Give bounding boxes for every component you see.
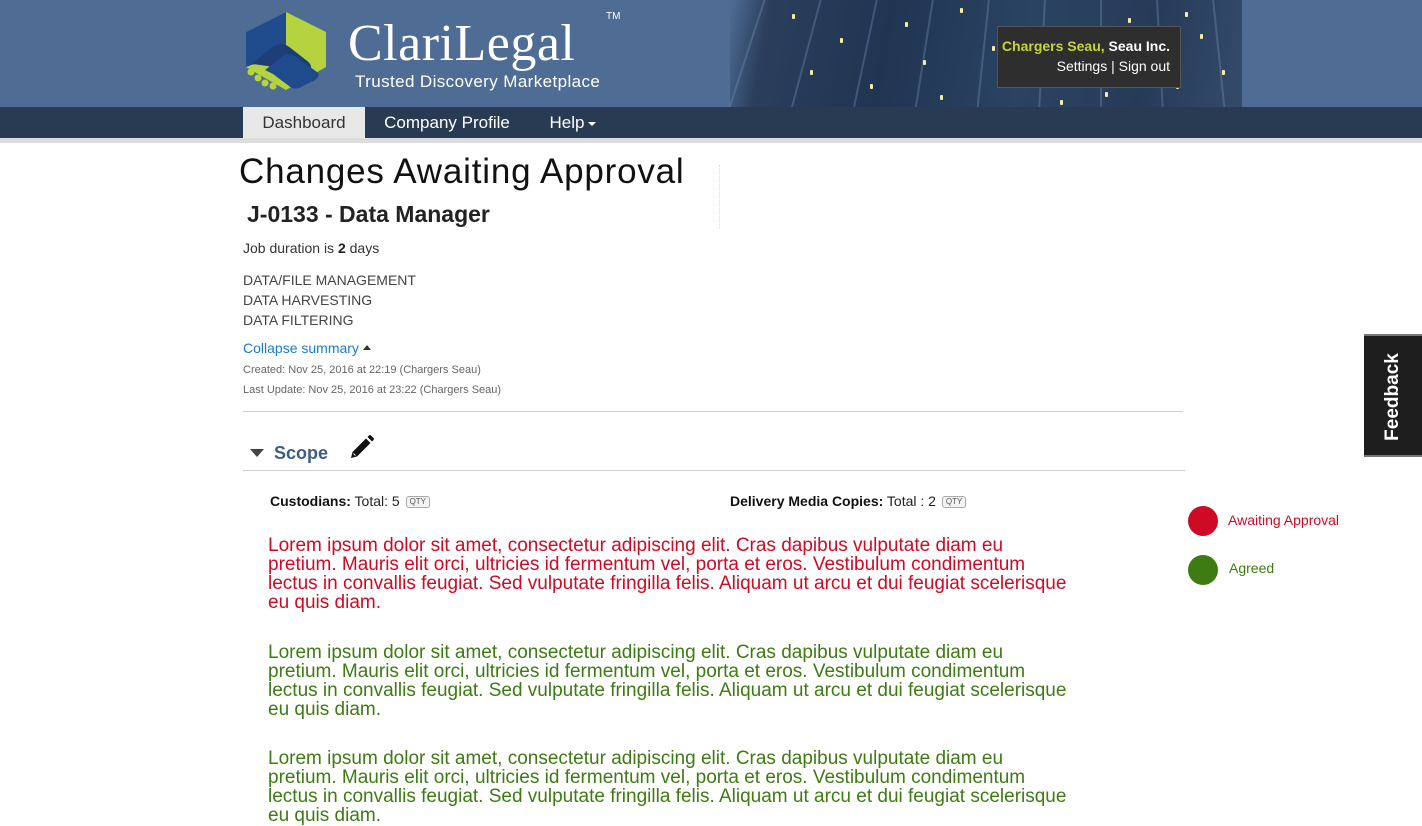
delivery-label: Delivery Media Copies: [730, 493, 884, 509]
legend-awaiting-label: Awaiting Approval [1228, 512, 1340, 528]
collapse-summary-label: Collapse summary [243, 340, 359, 356]
page-title: Changes Awaiting Approval [239, 152, 685, 191]
building-beam [846, 0, 882, 107]
tab-dashboard[interactable]: Dashboard [243, 107, 365, 138]
chevron-down-icon [588, 121, 597, 126]
scope-paragraph-awaiting: Lorem ipsum dolor sit amet, consectetur … [268, 535, 1067, 613]
brand-tagline: Trusted Discovery Marketplace [355, 72, 601, 91]
pencil-edit-icon[interactable] [347, 434, 375, 462]
service-item: DATA HARVESTING [243, 292, 373, 308]
feedback-label: Feedback [1382, 353, 1403, 441]
building-beam [909, 0, 937, 107]
qty-badge: QTY [941, 496, 967, 509]
job-duration: Job duration is 2 days [243, 240, 379, 256]
building-beam [1210, 0, 1229, 107]
created-timestamp: Created: Nov 25, 2016 at 22:19 (Chargers… [243, 364, 481, 376]
last-update-timestamp: Last Update: Nov 25, 2016 at 23:22 (Char… [243, 384, 502, 396]
scope-heading[interactable]: Scope [274, 443, 328, 464]
service-item: DATA/FILE MANAGEMENT [243, 272, 416, 288]
duration-suffix: days [349, 240, 380, 256]
qty-badge: QTY [405, 496, 431, 509]
building-beam [783, 0, 827, 107]
collapse-summary-link[interactable]: Collapse summary [243, 340, 371, 356]
agreed-status-dot [1188, 555, 1218, 585]
job-title: J-0133 - Data Manager [247, 201, 490, 227]
sign-out-link[interactable]: Sign out [1119, 58, 1170, 74]
tab-dashboard-label: Dashboard [262, 113, 346, 132]
building-window-light [940, 95, 943, 100]
building-window-light [1128, 18, 1131, 23]
divider [719, 165, 721, 229]
scope-paragraph-agreed: Lorem ipsum dolor sit amet, consectetur … [268, 748, 1067, 826]
delivery-value: Total : 2 [886, 493, 936, 509]
building-beam [720, 0, 772, 107]
collapse-triangle-icon[interactable] [250, 449, 264, 457]
building-window-light [923, 60, 926, 65]
building-window-light [1200, 34, 1203, 39]
feedback-tab[interactable]: Feedback [1364, 334, 1422, 457]
building-beam [973, 0, 992, 107]
settings-link[interactable]: Settings [1057, 58, 1108, 74]
building-window-light [810, 70, 813, 75]
user-panel: Chargers Seau, Seau Inc. Settings | Sign… [997, 26, 1181, 88]
service-item: DATA FILTERING [243, 312, 354, 328]
duration-value: 2 [337, 240, 346, 256]
help-menu[interactable]: Help [529, 107, 617, 138]
link-separator: | [1111, 58, 1115, 74]
building-window-light [1185, 12, 1188, 17]
scope-divider [243, 470, 1185, 471]
building-window-light [792, 14, 795, 19]
user-company: Seau Inc. [1108, 38, 1170, 54]
brand-trademark: TM [606, 11, 621, 22]
building-window-light [1105, 92, 1108, 97]
legend-agreed-label: Agreed [1229, 560, 1275, 576]
delivery-copies-stat: Delivery Media Copies: Total : 2 QTY [730, 493, 967, 509]
tab-company-profile-label: Company Profile [384, 113, 510, 132]
building-window-light [840, 38, 843, 43]
scope-paragraph-agreed: Lorem ipsum dolor sit amet, consectetur … [268, 642, 1067, 720]
custodians-label: Custodians: [270, 493, 351, 509]
awaiting-status-dot [1188, 506, 1218, 536]
building-window-light [905, 22, 908, 27]
caret-up-icon [362, 345, 371, 351]
custodians-stat: Custodians: Total: 5 QTY [270, 493, 431, 509]
brand-name: ClariLegal [348, 15, 576, 72]
building-window-light [870, 84, 873, 89]
building-window-light [960, 8, 963, 13]
tab-company-profile[interactable]: Company Profile [365, 107, 529, 138]
user-name: Chargers Seau, [1001, 38, 1105, 54]
help-menu-label: Help [549, 113, 585, 132]
section-divider [243, 411, 1183, 412]
building-window-light [1222, 70, 1225, 75]
building-window-light [992, 46, 995, 51]
custodians-value: Total: 5 [354, 493, 400, 509]
app-header: ClariLegal TM Trusted Discovery Marketpl… [0, 0, 1422, 107]
duration-prefix: Job duration is [243, 240, 335, 256]
main-nav: Dashboard Company Profile Help [0, 107, 1422, 138]
nav-divider [0, 138, 1422, 143]
clarilegal-logo-icon [246, 12, 326, 90]
service-list: DATA/FILE MANAGEMENT DATA HARVESTING DAT… [243, 270, 416, 330]
building-window-light [1060, 100, 1063, 105]
